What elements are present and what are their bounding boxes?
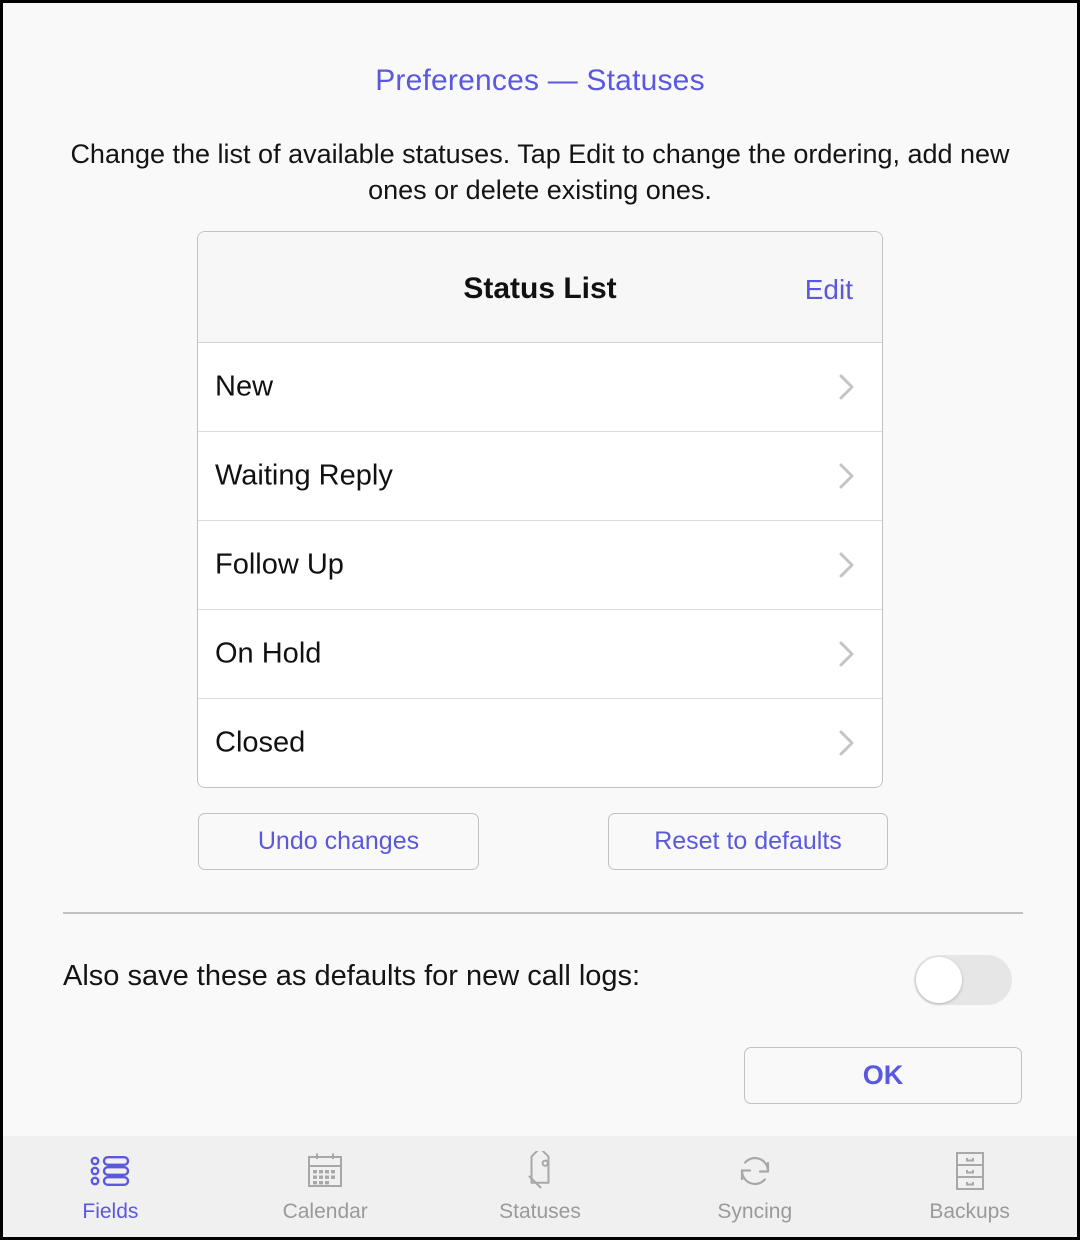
status-row-label: Closed xyxy=(215,726,306,759)
chevron-right-icon xyxy=(839,640,855,668)
status-row-closed[interactable]: Closed xyxy=(198,699,882,787)
sync-arrows-icon xyxy=(733,1150,777,1192)
status-list-title: Status List xyxy=(463,272,617,305)
status-row-label: Follow Up xyxy=(215,548,344,581)
tab-label: Fields xyxy=(82,1199,139,1223)
toggle-knob xyxy=(916,957,962,1003)
tab-calendar[interactable]: Calendar xyxy=(218,1136,433,1237)
status-row-label: Waiting Reply xyxy=(215,459,393,492)
tag-icon xyxy=(518,1150,562,1192)
ok-button[interactable]: OK xyxy=(744,1047,1022,1104)
status-row-new[interactable]: New xyxy=(198,343,882,432)
page-subtitle: Change the list of available statuses. T… xyxy=(70,139,1010,205)
bullet-list-icon xyxy=(88,1150,132,1192)
chevron-right-icon xyxy=(839,729,855,757)
status-list-header: Status List Edit xyxy=(198,232,882,343)
tab-label: Backups xyxy=(929,1199,1010,1223)
status-row-label: On Hold xyxy=(215,637,322,670)
status-row-label: New xyxy=(215,370,274,403)
undo-changes-button[interactable]: Undo changes xyxy=(198,813,479,870)
tab-label: Syncing xyxy=(717,1199,793,1223)
save-as-defaults-toggle[interactable] xyxy=(914,955,1012,1005)
status-row-follow-up[interactable]: Follow Up xyxy=(198,521,882,610)
edit-button[interactable]: Edit xyxy=(805,274,853,306)
chevron-right-icon xyxy=(839,462,855,490)
calendar-icon xyxy=(303,1150,347,1192)
save-as-defaults-label: Also save these as defaults for new call… xyxy=(63,960,641,992)
status-row-waiting-reply[interactable]: Waiting Reply xyxy=(198,432,882,521)
tab-statuses[interactable]: Statuses xyxy=(433,1136,648,1237)
tab-bar: Fields Calendar Statuses Syncing Backups xyxy=(3,1136,1077,1237)
page-title: Preferences — Statuses xyxy=(375,64,705,97)
tab-syncing[interactable]: Syncing xyxy=(647,1136,862,1237)
reset-to-defaults-button[interactable]: Reset to defaults xyxy=(608,813,888,870)
status-row-on-hold[interactable]: On Hold xyxy=(198,610,882,699)
chevron-right-icon xyxy=(839,551,855,579)
chevron-right-icon xyxy=(839,373,855,401)
section-divider xyxy=(63,912,1023,914)
tab-label: Statuses xyxy=(499,1199,581,1223)
tab-backups[interactable]: Backups xyxy=(862,1136,1077,1237)
file-cabinet-icon xyxy=(948,1150,992,1192)
status-list-card: Status List Edit New Waiting Reply Follo… xyxy=(197,231,883,788)
tab-fields[interactable]: Fields xyxy=(3,1136,218,1237)
tab-label: Calendar xyxy=(282,1199,368,1223)
app-screen: Preferences — Statuses Change the list o… xyxy=(3,3,1077,1237)
